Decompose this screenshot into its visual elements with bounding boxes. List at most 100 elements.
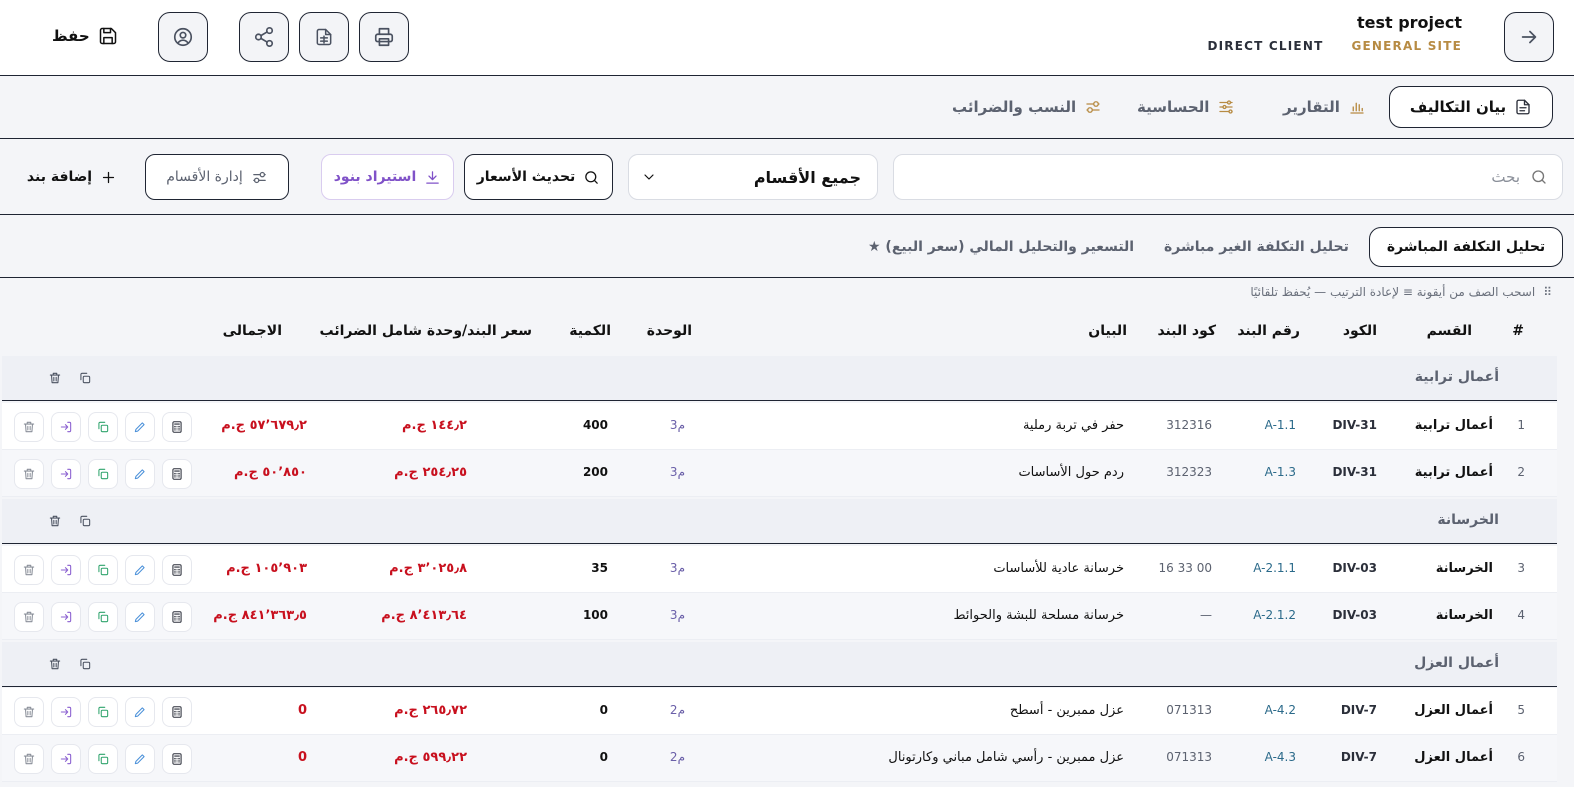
col-price: سعر البند/وحدة شامل الضرائب bbox=[319, 323, 532, 339]
delete-button[interactable] bbox=[14, 555, 44, 585]
table-row[interactable]: 5 أعمال العزل DIV-7 A-4.2 071313 عزل ممبرين -… bbox=[2, 688, 1557, 735]
pencil-icon bbox=[134, 469, 145, 480]
cell-total: 0 bbox=[297, 703, 307, 718]
cell-item-code: — bbox=[1200, 608, 1212, 622]
table-row[interactable]: 3 الخرسانة DIV-03 A-2.1.1 00 33 16 خرسانة عاد… bbox=[2, 546, 1557, 593]
export-sheet-button[interactable] bbox=[299, 12, 349, 62]
table-row[interactable]: 6 أعمال العزل DIV-7 A-4.3 071313 عزل ممبرين -… bbox=[2, 735, 1557, 782]
update-prices-button[interactable]: تحديث الأسعار bbox=[464, 154, 613, 200]
calculate-button[interactable] bbox=[162, 412, 192, 442]
calculate-button[interactable] bbox=[162, 697, 192, 727]
calculate-button[interactable] bbox=[162, 555, 192, 585]
tab-sensitivity[interactable]: الحساسية bbox=[1137, 86, 1235, 128]
tab-rates-taxes[interactable]: النسب والضرائب bbox=[952, 86, 1102, 128]
search-input[interactable] bbox=[908, 168, 1520, 186]
trash-icon bbox=[49, 515, 61, 527]
printer-icon bbox=[374, 27, 394, 47]
cost-table: ⠿ اسحب الصف من أيقونة ≡ لإعادة الترتيب —… bbox=[0, 278, 1574, 787]
move-icon bbox=[60, 611, 72, 623]
tab-label: الحساسية bbox=[1137, 98, 1210, 116]
edit-button[interactable] bbox=[125, 602, 155, 632]
calculate-button[interactable] bbox=[162, 744, 192, 774]
copy-icon bbox=[98, 753, 109, 765]
move-icon bbox=[60, 753, 72, 765]
delete-group-button[interactable] bbox=[46, 512, 64, 530]
edit-button[interactable] bbox=[125, 459, 155, 489]
copy-group-button[interactable] bbox=[76, 369, 94, 387]
cell-item-no: A-1.1 bbox=[1264, 418, 1296, 432]
edit-button[interactable] bbox=[125, 744, 155, 774]
delete-group-button[interactable] bbox=[46, 655, 64, 673]
profile-button[interactable] bbox=[158, 12, 208, 62]
col-num: # bbox=[1512, 323, 1524, 339]
cell-description: عزل ممبرين - رأسي شامل مباني وكارتونال bbox=[888, 750, 1124, 765]
move-button[interactable] bbox=[51, 744, 81, 774]
cell-price: ١٤٤٫٢ ج.م bbox=[402, 418, 467, 433]
cell-qty: 0 bbox=[599, 750, 608, 764]
table-row[interactable]: 4 الخرسانة DIV-03 A-2.1.2 — خرسانة مسلحة للبش… bbox=[2, 593, 1557, 640]
delete-button[interactable] bbox=[14, 744, 44, 774]
copy-group-button[interactable] bbox=[76, 655, 94, 673]
bar-chart-icon bbox=[1350, 102, 1364, 114]
duplicate-button[interactable] bbox=[88, 459, 118, 489]
move-button[interactable] bbox=[51, 697, 81, 727]
delete-button[interactable] bbox=[14, 459, 44, 489]
cell-item-no: A-2.1.2 bbox=[1253, 608, 1296, 622]
app-header: test project DIRECT CLIENT GENERAL SITE … bbox=[0, 0, 1574, 76]
calculate-button[interactable] bbox=[162, 602, 192, 632]
duplicate-button[interactable] bbox=[88, 412, 118, 442]
main-tabs: بيان التكاليف التقارير الحساسية النسب وا… bbox=[0, 77, 1574, 139]
manage-divisions-button[interactable]: إدارة الأقسام bbox=[145, 154, 289, 200]
drag-hint: ⠿ اسحب الصف من أيقونة ≡ لإعادة الترتيب —… bbox=[1250, 285, 1552, 299]
calculator-icon bbox=[172, 706, 182, 718]
share-button[interactable] bbox=[239, 12, 289, 62]
back-button[interactable] bbox=[1504, 12, 1554, 62]
group-row: أعمال العزل bbox=[2, 642, 1557, 687]
table-row[interactable]: 2 أعمال ترابية DIV-31 A-1.3 312323 ردم حول ال… bbox=[2, 450, 1557, 497]
print-button[interactable] bbox=[359, 12, 409, 62]
search-icon bbox=[585, 170, 599, 184]
tab-cost-statement[interactable]: بيان التكاليف bbox=[1389, 86, 1553, 128]
col-item-code: كود البند bbox=[1157, 323, 1216, 339]
edit-button[interactable] bbox=[125, 555, 155, 585]
copy-group-button[interactable] bbox=[76, 512, 94, 530]
trash-icon bbox=[23, 611, 35, 623]
tab-reports[interactable]: التقارير bbox=[1283, 86, 1366, 128]
table-row[interactable]: 1 أعمال ترابية DIV-31 A-1.1 312316 حفر في ترب… bbox=[2, 403, 1557, 450]
add-item-button[interactable]: إضافة بند bbox=[22, 154, 122, 200]
duplicate-button[interactable] bbox=[88, 697, 118, 727]
duplicate-button[interactable] bbox=[88, 602, 118, 632]
duplicate-button[interactable] bbox=[88, 555, 118, 585]
col-unit: الوحدة bbox=[646, 323, 692, 339]
delete-button[interactable] bbox=[14, 602, 44, 632]
move-button[interactable] bbox=[51, 459, 81, 489]
cell-price: ٣٬٠٢٥٫٨ ج.م bbox=[389, 561, 467, 576]
cell-description: خرسانة مسلحة للبشة والحوائط bbox=[953, 608, 1124, 623]
division-select[interactable]: جميع الأقسام bbox=[628, 154, 878, 200]
calculate-button[interactable] bbox=[162, 459, 192, 489]
subtab-direct-cost[interactable]: تحليل التكلفة المباشرة bbox=[1369, 227, 1563, 267]
edit-button[interactable] bbox=[125, 412, 155, 442]
cell-num: 1 bbox=[1517, 418, 1525, 432]
project-title: test project bbox=[1356, 13, 1462, 32]
cell-unit: م3 bbox=[669, 465, 685, 479]
save-button[interactable]: حفظ bbox=[52, 22, 118, 50]
subtab-pricing[interactable]: التسعير والتحليل المالي (سعر البيع) ★ bbox=[868, 227, 1134, 267]
edit-button[interactable] bbox=[125, 697, 155, 727]
move-button[interactable] bbox=[51, 602, 81, 632]
calculator-icon bbox=[172, 611, 182, 623]
delete-button[interactable] bbox=[14, 697, 44, 727]
move-button[interactable] bbox=[51, 412, 81, 442]
import-items-button[interactable]: استيراد بنود bbox=[321, 154, 454, 200]
delete-button[interactable] bbox=[14, 412, 44, 442]
delete-group-button[interactable] bbox=[46, 369, 64, 387]
copy-icon bbox=[98, 468, 109, 480]
subtab-indirect-cost[interactable]: تحليل التكلفة الغير مباشرة bbox=[1164, 227, 1349, 267]
cell-qty: 0 bbox=[599, 703, 608, 717]
cell-qty: 100 bbox=[582, 608, 608, 622]
move-button[interactable] bbox=[51, 555, 81, 585]
download-icon bbox=[426, 170, 440, 184]
cell-unit: م3 bbox=[669, 608, 685, 622]
cell-total: 0 bbox=[297, 750, 307, 765]
duplicate-button[interactable] bbox=[88, 744, 118, 774]
